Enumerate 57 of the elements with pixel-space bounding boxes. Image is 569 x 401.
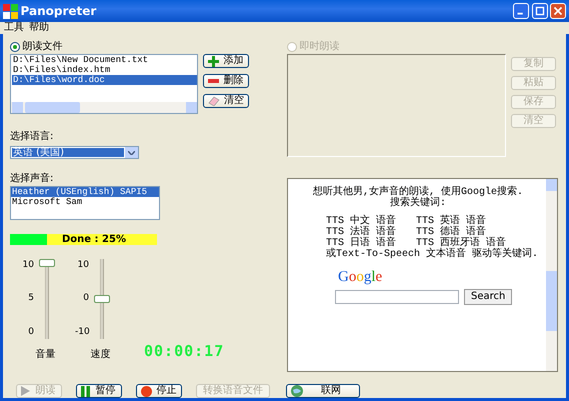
slider-label: 速度 (90, 348, 110, 362)
list-item[interactable]: Heather (USEnglish) SAPI5 (11, 187, 159, 197)
horizontal-scrollbar[interactable] (11, 102, 197, 113)
search-field[interactable] (335, 290, 459, 304)
field-label: 选择语言: (10, 130, 54, 144)
field-label: 选择声音: (10, 172, 54, 186)
button[interactable]: 联网 (286, 384, 360, 398)
app-icon (3, 4, 18, 18)
radio-label: 即时朗读 (300, 40, 340, 54)
stop-icon (141, 386, 152, 396)
play-icon (21, 386, 30, 396)
tick-label: 0 (82, 292, 89, 306)
slider-thumb[interactable] (39, 259, 55, 267)
maximize-icon[interactable] (532, 3, 548, 19)
search-term: TTS 西班牙语 语音 (416, 238, 506, 249)
search-term: TTS 英语 语音 (416, 216, 488, 227)
button[interactable]: 停止 (136, 384, 182, 398)
caret-icon (128, 150, 135, 154)
paragraph: 或Text-To-Speech 文本语音 驱动等关键词. (326, 249, 540, 260)
globe-icon (291, 385, 303, 397)
button[interactable]: 添加 (203, 54, 249, 68)
slider-label: 音量 (36, 348, 56, 362)
plus-icon (208, 56, 219, 66)
button[interactable]: 清空 (203, 94, 249, 108)
list-item[interactable]: D:\Files\word.doc (12, 75, 197, 85)
paragraph: 搜索关键词: (388, 198, 447, 209)
search-term: TTS 法语 语音 (326, 227, 398, 238)
list-item[interactable]: D:\Files\New Document.txt (12, 55, 197, 65)
search-button[interactable]: Search (464, 288, 512, 304)
timer: 00:00:17 (144, 340, 224, 362)
search-term: TTS 中文 语音 (326, 216, 398, 227)
minus-icon (208, 79, 219, 83)
search-term: TTS 德语 语音 (416, 227, 486, 238)
menu-item[interactable]: 帮助 (29, 22, 49, 34)
menu-item[interactable]: 工具 (4, 22, 24, 34)
list-item[interactable]: Microsoft Sam (11, 197, 159, 207)
radio-label: 朗读文件 (22, 40, 62, 54)
eraser-icon (208, 96, 220, 106)
tick-label: 10 (76, 259, 89, 272)
slider-thumb[interactable] (94, 295, 110, 303)
tick-label: 10 (22, 259, 34, 272)
pause-icon (81, 386, 90, 396)
button[interactable]: 暂停 (76, 384, 122, 398)
window-title: Panopreter (20, 3, 96, 20)
search-term: TTS 日语 语音 (326, 238, 396, 249)
close-icon[interactable] (550, 3, 566, 19)
google-logo: Google (338, 268, 382, 287)
progress-text: Done : 25% (62, 234, 126, 245)
list-item[interactable]: D:\Files\index.htm (12, 65, 197, 75)
minimize-icon[interactable] (513, 3, 529, 19)
tick-label: -10 (75, 326, 89, 338)
tick-label: 0 (27, 326, 34, 338)
tick-label: 5 (27, 292, 34, 306)
button[interactable]: 删除 (203, 74, 249, 88)
paragraph: 想听其他男,女声音的朗读, 使用Google搜索. (312, 187, 524, 198)
radio-button[interactable] (10, 42, 20, 52)
vertical-scrollbar[interactable] (546, 179, 557, 371)
